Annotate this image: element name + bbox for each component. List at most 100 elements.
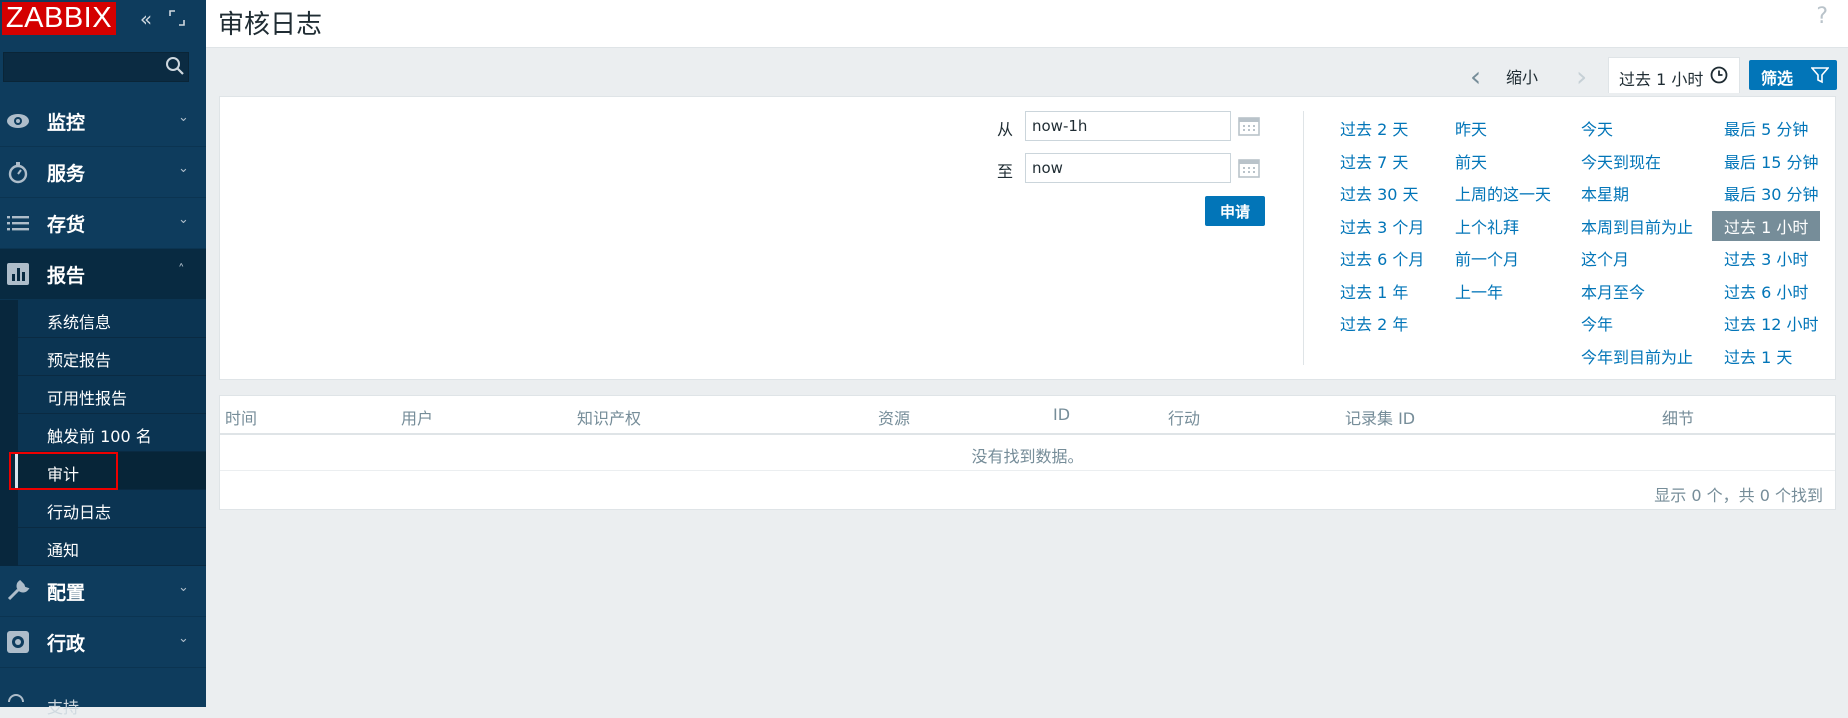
column-header-id[interactable]: ID <box>1053 405 1070 424</box>
quick-range-link[interactable]: 过去 6 个月 <box>1340 246 1424 270</box>
column-header-resource[interactable]: 资源 <box>878 405 910 429</box>
chevron-down-icon: ⌄ <box>178 161 189 176</box>
quick-range-link[interactable]: 过去 1 年 <box>1340 279 1408 303</box>
chevron-down-icon: ⌄ <box>178 580 189 595</box>
headset-icon <box>8 694 24 703</box>
chevron-up-icon: ˄ <box>178 263 185 278</box>
stopwatch-icon <box>8 162 28 184</box>
zabbix-logo[interactable]: ZABBIX <box>2 2 116 35</box>
quick-range-link[interactable]: 前一个月 <box>1455 246 1519 270</box>
to-input[interactable] <box>1025 153 1231 183</box>
quick-range-link[interactable]: 前天 <box>1455 149 1487 173</box>
menu-item-configuration[interactable]: 配置 ⌄ <box>0 566 206 617</box>
audit-log-table: 时间 用户 知识产权 资源 ID 行动 记录集 ID 细节 没有找到数据。 显示… <box>219 395 1836 510</box>
column-header-action[interactable]: 行动 <box>1168 405 1200 429</box>
row-divider <box>220 470 1835 471</box>
menu-item-label: 行政 <box>47 633 86 655</box>
quick-range-link[interactable]: 最后 5 分钟 <box>1724 116 1808 140</box>
sidebar: ZABBIX « 监控 ⌄ 服务 ⌄ 存货 ⌄ 报告 ˄ 系统信息 预定报告 可… <box>0 0 206 717</box>
submenu-item-notifications[interactable]: 通知 <box>18 528 206 566</box>
list-icon <box>7 216 29 231</box>
eye-icon <box>7 114 29 128</box>
quick-range-link[interactable]: 最后 30 分钟 <box>1724 181 1819 205</box>
kiosk-mode-icon[interactable] <box>166 8 188 30</box>
reports-submenu: 系统信息 预定报告 可用性报告 触发前 100 名 审计 行动日志 通知 <box>0 300 206 566</box>
quick-range-link[interactable]: 过去 2 年 <box>1340 311 1408 335</box>
submenu-item-system-info[interactable]: 系统信息 <box>18 300 206 338</box>
help-icon[interactable]: ? <box>1816 4 1828 29</box>
to-label: 至 <box>997 162 1014 181</box>
chevron-down-icon: ⌄ <box>178 110 189 125</box>
menu-item-administration[interactable]: 行政 ⌄ <box>0 617 206 668</box>
menu-item-label: 监控 <box>47 112 86 134</box>
header-divider <box>220 433 1835 435</box>
time-filter-panel: 从 至 申请 过去 2 天 过去 7 天 过去 30 天 过去 3 个月 过去 … <box>219 96 1836 380</box>
quick-range-link[interactable]: 过去 3 个月 <box>1340 214 1424 238</box>
quick-range-link-selected[interactable]: 过去 1 小时 <box>1712 211 1821 241</box>
table-stats: 显示 0 个，共 0 个找到 <box>1654 486 1823 505</box>
filter-label: 筛选 <box>1761 69 1794 88</box>
quick-range-link[interactable]: 过去 30 天 <box>1340 181 1419 205</box>
quick-range-link[interactable]: 过去 7 天 <box>1340 149 1408 173</box>
menu-item-label: 配置 <box>47 582 86 604</box>
quick-range-link[interactable]: 过去 3 小时 <box>1724 246 1808 270</box>
clock-icon <box>1710 66 1728 84</box>
calendar-icon[interactable] <box>1238 157 1260 179</box>
menu-item-label: 报告 <box>47 265 86 287</box>
quick-range-link[interactable]: 本周到目前为止 <box>1581 214 1693 238</box>
quick-range-link[interactable]: 本星期 <box>1581 181 1629 205</box>
quick-range-link[interactable]: 昨天 <box>1455 116 1487 140</box>
wrench-icon <box>7 580 30 601</box>
column-header-ip[interactable]: 知识产权 <box>577 405 641 429</box>
column-header-time[interactable]: 时间 <box>225 405 257 429</box>
chevron-down-icon: ⌄ <box>178 631 189 646</box>
quick-range-link[interactable]: 过去 6 小时 <box>1724 279 1808 303</box>
column-header-recordset-id[interactable]: 记录集 ID <box>1345 405 1415 429</box>
search-input[interactable] <box>3 52 189 82</box>
apply-button[interactable]: 申请 <box>1205 196 1265 226</box>
menu-item-inventory[interactable]: 存货 ⌄ <box>0 198 206 249</box>
quick-range-link[interactable]: 今天 <box>1581 116 1613 140</box>
quick-range-link[interactable]: 今天到现在 <box>1581 149 1661 173</box>
divider <box>1303 111 1304 365</box>
quick-range-link[interactable]: 过去 1 天 <box>1724 344 1792 368</box>
menu-item-monitoring[interactable]: 监控 ⌄ <box>0 96 206 147</box>
next-period-icon[interactable]: › <box>1576 60 1587 93</box>
menu-item-label: 服务 <box>47 163 86 185</box>
column-header-user[interactable]: 用户 <box>401 405 433 429</box>
quick-range-link[interactable]: 过去 12 小时 <box>1724 311 1819 335</box>
quick-range-link[interactable]: 这个月 <box>1581 246 1629 270</box>
time-range-tab[interactable]: 过去 1 小时 <box>1608 57 1740 93</box>
quick-range-link[interactable]: 今年到目前为止 <box>1581 344 1693 368</box>
previous-period-icon[interactable]: ‹ <box>1470 60 1481 93</box>
menu-item-label: 存货 <box>47 214 86 236</box>
search-icon[interactable] <box>164 55 186 77</box>
filter-tab-button[interactable]: 筛选 <box>1749 60 1837 90</box>
submenu-item-action-log[interactable]: 行动日志 <box>18 490 206 528</box>
empty-state-message: 没有找到数据。 <box>971 447 1084 466</box>
page-header: 审核日志 ? <box>206 0 1848 48</box>
submenu-item-scheduled-reports[interactable]: 预定报告 <box>18 338 206 376</box>
submenu-item-availability-report[interactable]: 可用性报告 <box>18 376 206 414</box>
quick-range-link[interactable]: 上一年 <box>1455 279 1503 303</box>
quick-range-link[interactable]: 过去 2 天 <box>1340 116 1408 140</box>
zoom-out-button[interactable]: 缩小 <box>1506 64 1538 88</box>
submenu-item-top-100-triggers[interactable]: 触发前 100 名 <box>18 414 206 452</box>
from-input[interactable] <box>1025 111 1231 141</box>
quick-range-link[interactable]: 本月至今 <box>1581 279 1645 303</box>
menu-item-services[interactable]: 服务 ⌄ <box>0 147 206 198</box>
bar-chart-icon <box>7 263 29 285</box>
quick-range-link[interactable]: 上个礼拜 <box>1455 214 1519 238</box>
page-title: 审核日志 <box>218 10 323 40</box>
quick-range-link[interactable]: 今年 <box>1581 311 1613 335</box>
menu-item-reports[interactable]: 报告 ˄ <box>0 249 206 300</box>
quick-range-link[interactable]: 上周的这一天 <box>1455 181 1551 205</box>
funnel-icon <box>1811 67 1829 84</box>
column-header-details[interactable]: 细节 <box>1662 405 1694 429</box>
chevron-down-icon: ⌄ <box>178 212 189 227</box>
calendar-icon[interactable] <box>1238 115 1260 137</box>
collapse-sidebar-icon[interactable]: « <box>135 8 157 30</box>
support-link[interactable]: 支持 <box>0 690 206 717</box>
main-menu: 监控 ⌄ 服务 ⌄ 存货 ⌄ 报告 ˄ 系统信息 预定报告 可用性报告 触发前 … <box>0 96 206 668</box>
quick-range-link[interactable]: 最后 15 分钟 <box>1724 149 1819 173</box>
